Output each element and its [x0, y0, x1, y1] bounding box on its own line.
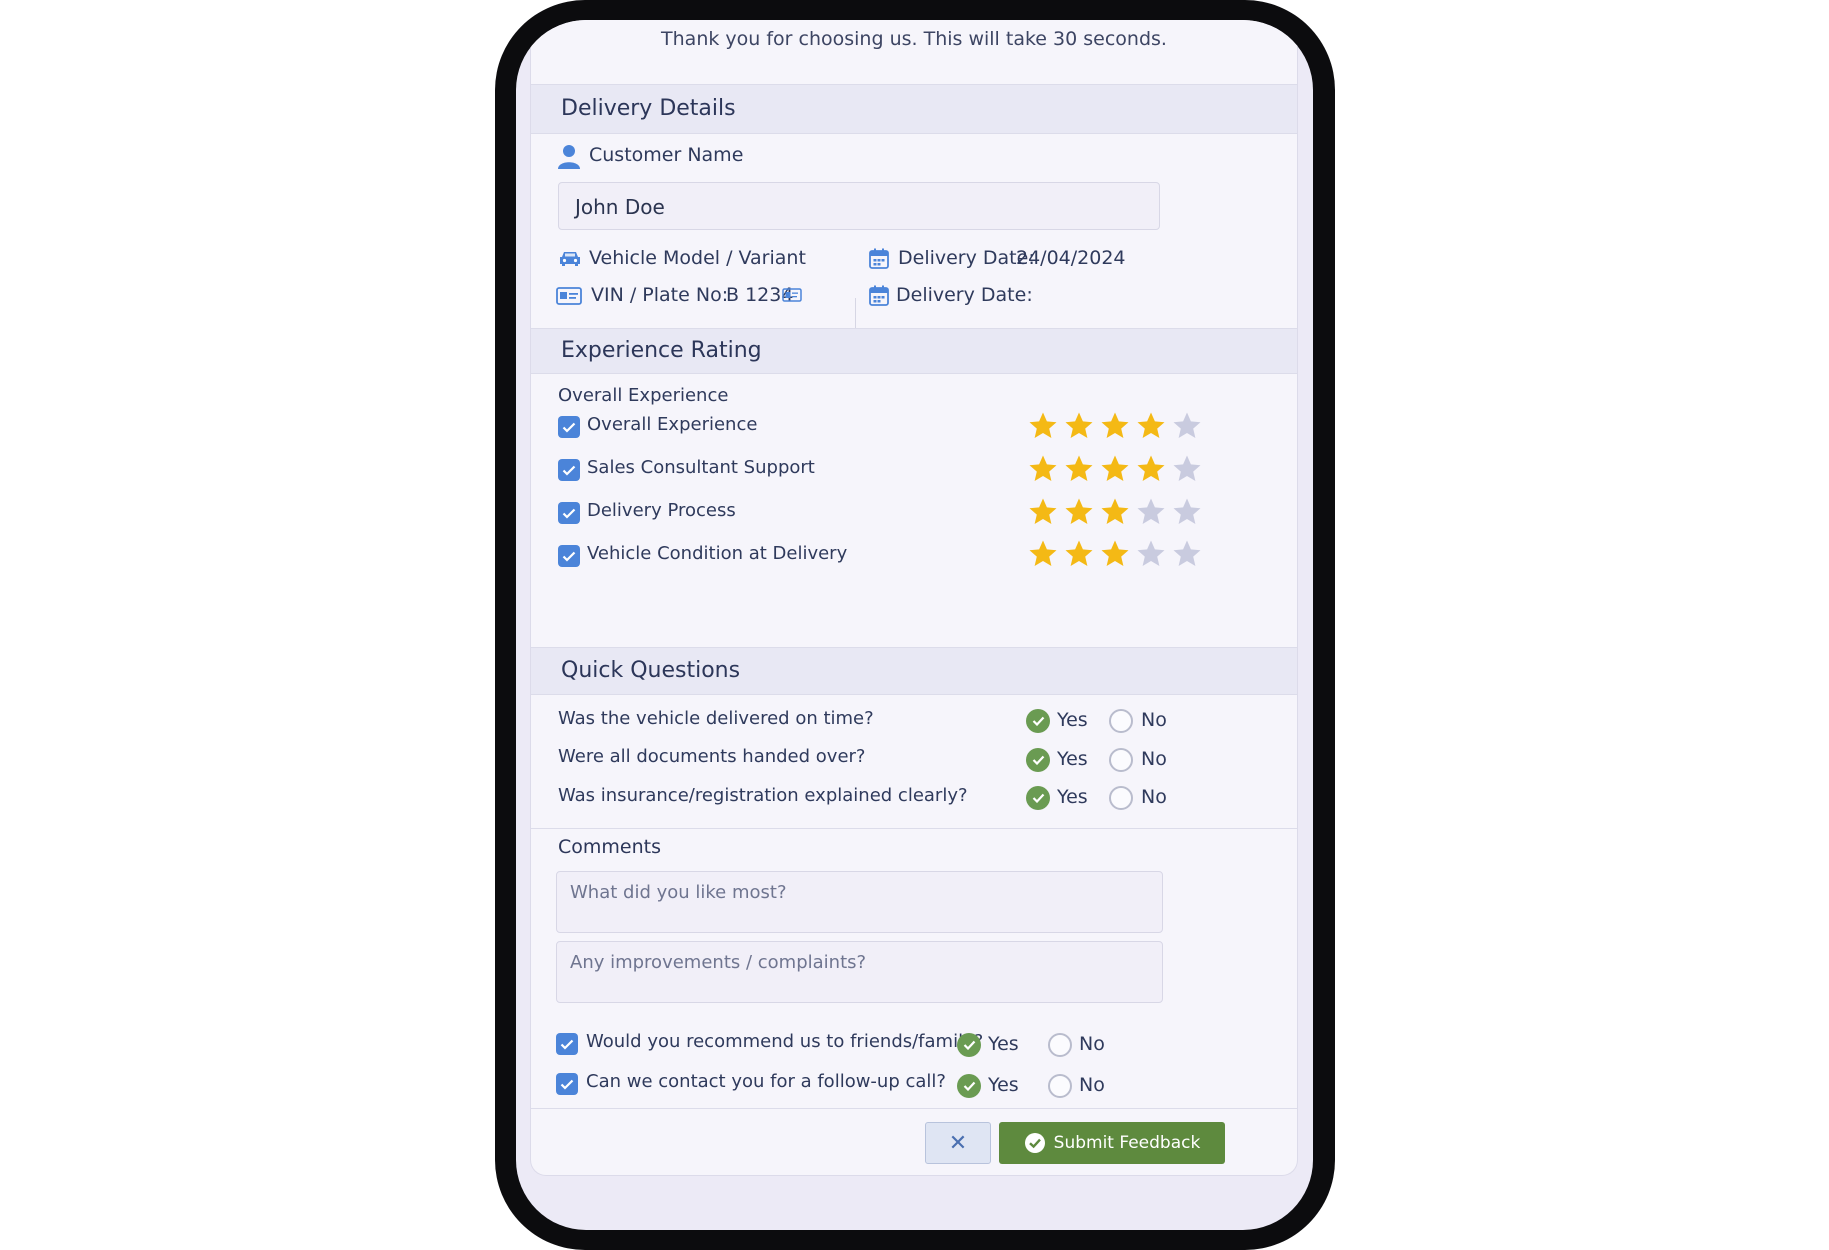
person-icon: [558, 144, 580, 174]
section-divider: [531, 828, 1297, 829]
delivery-date-label: Delivery Date:: [898, 247, 1035, 269]
question-text: Was insurance/registration explained cle…: [558, 785, 968, 806]
no-label: No: [1141, 709, 1167, 731]
like-most-textarea[interactable]: What did you like most?: [556, 871, 1163, 933]
delivery-date-value: 24/04/2024: [1016, 247, 1126, 269]
star-rating[interactable]: [1028, 497, 1202, 531]
checkbox[interactable]: [558, 502, 580, 524]
calendar-icon: [869, 248, 889, 273]
yes-radio[interactable]: [1026, 748, 1050, 772]
star-filled-icon[interactable]: [1028, 497, 1058, 531]
star-empty-icon[interactable]: [1136, 497, 1166, 531]
section-delivery-details: Delivery Details: [531, 84, 1297, 134]
no-radio[interactable]: [1048, 1074, 1072, 1098]
star-filled-icon[interactable]: [1100, 539, 1130, 573]
followup-text: Can we contact you for a follow-up call?: [586, 1071, 946, 1092]
tablet-screen: Thank you for choosing us. This will tak…: [516, 20, 1313, 1230]
yes-radio[interactable]: [1026, 709, 1050, 733]
star-empty-icon[interactable]: [1172, 454, 1202, 488]
vin-plate-label: VIN / Plate No:: [591, 284, 729, 306]
delivery-date-label-2: Delivery Date:: [896, 284, 1033, 306]
no-label: No: [1141, 748, 1167, 770]
customer-name-field[interactable]: John Doe: [558, 182, 1160, 230]
overall-experience-heading: Overall Experience: [558, 385, 729, 406]
section-title: Experience Rating: [561, 338, 762, 363]
yes-radio[interactable]: [1026, 786, 1050, 810]
vehicle-model-label: Vehicle Model / Variant: [589, 247, 806, 269]
star-rating[interactable]: [1028, 539, 1202, 573]
no-radio[interactable]: [1109, 748, 1133, 772]
star-filled-icon[interactable]: [1064, 497, 1094, 531]
yes-label: Yes: [988, 1033, 1019, 1055]
section-experience-rating: Experience Rating: [531, 328, 1297, 374]
checkbox[interactable]: [558, 545, 580, 567]
rating-label: Delivery Process: [587, 500, 736, 521]
star-rating[interactable]: [1028, 454, 1202, 488]
star-filled-icon[interactable]: [1028, 539, 1058, 573]
yes-label: Yes: [1057, 786, 1088, 808]
check-circle-icon: [1024, 1132, 1046, 1154]
star-filled-icon[interactable]: [1064, 411, 1094, 445]
question-text: Were all documents handed over?: [558, 746, 866, 767]
checkbox[interactable]: [556, 1033, 578, 1055]
car-icon: [558, 249, 582, 273]
followup-text: Would you recommend us to friends/family…: [586, 1031, 984, 1052]
form-subtitle: Thank you for choosing us. This will tak…: [661, 28, 1167, 50]
rating-label: Vehicle Condition at Delivery: [587, 543, 848, 564]
id-card-icon: [556, 287, 582, 309]
section-quick-questions: Quick Questions: [531, 647, 1297, 695]
star-empty-icon[interactable]: [1172, 539, 1202, 573]
submit-label: Submit Feedback: [1053, 1133, 1201, 1153]
improvements-textarea[interactable]: Any improvements / complaints?: [556, 941, 1163, 1003]
star-filled-icon[interactable]: [1064, 454, 1094, 488]
close-icon: ✕: [948, 1130, 968, 1156]
star-filled-icon[interactable]: [1100, 497, 1130, 531]
no-label: No: [1079, 1074, 1105, 1096]
star-empty-icon[interactable]: [1172, 411, 1202, 445]
comments-title: Comments: [558, 836, 661, 858]
yes-label: Yes: [1057, 709, 1088, 731]
star-empty-icon[interactable]: [1136, 539, 1166, 573]
checkbox[interactable]: [558, 416, 580, 438]
yes-label: Yes: [988, 1074, 1019, 1096]
section-title: Quick Questions: [561, 658, 741, 683]
star-empty-icon[interactable]: [1172, 497, 1202, 531]
star-filled-icon[interactable]: [1028, 411, 1058, 445]
checkbox[interactable]: [558, 459, 580, 481]
checkbox[interactable]: [556, 1073, 578, 1095]
calendar-icon: [869, 285, 889, 310]
no-radio[interactable]: [1109, 786, 1133, 810]
submit-feedback-button[interactable]: Submit Feedback: [999, 1122, 1225, 1164]
star-filled-icon[interactable]: [1028, 454, 1058, 488]
star-filled-icon[interactable]: [1100, 411, 1130, 445]
footer-divider: [531, 1108, 1297, 1109]
customer-name-label: Customer Name: [589, 144, 744, 166]
star-filled-icon[interactable]: [1100, 454, 1130, 488]
section-title: Delivery Details: [561, 96, 736, 121]
no-radio[interactable]: [1048, 1033, 1072, 1057]
rating-label: Overall Experience: [587, 414, 758, 435]
feedback-form: Thank you for choosing us. This will tak…: [530, 20, 1298, 1176]
star-filled-icon[interactable]: [1136, 411, 1166, 445]
no-radio[interactable]: [1109, 709, 1133, 733]
star-filled-icon[interactable]: [1136, 454, 1166, 488]
rating-label: Sales Consultant Support: [587, 457, 815, 478]
star-filled-icon[interactable]: [1064, 539, 1094, 573]
question-text: Was the vehicle delivered on time?: [558, 708, 874, 729]
plate-card-icon: [782, 287, 802, 306]
no-label: No: [1079, 1033, 1105, 1055]
yes-label: Yes: [1057, 748, 1088, 770]
yes-radio[interactable]: [957, 1074, 981, 1098]
yes-radio[interactable]: [957, 1033, 981, 1057]
star-rating[interactable]: [1028, 411, 1202, 445]
cancel-button[interactable]: ✕: [925, 1122, 991, 1164]
no-label: No: [1141, 786, 1167, 808]
